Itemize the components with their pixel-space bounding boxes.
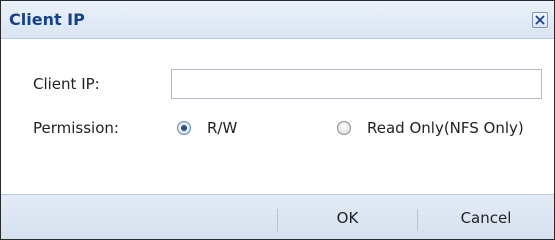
close-button[interactable] [532, 12, 548, 28]
dialog-title: Client IP [9, 10, 85, 29]
radio-button-unchecked[interactable] [337, 121, 351, 135]
dialog-body: Client IP: Permission: R/W Read Only(NFS… [1, 39, 554, 194]
permission-label: Permission: [33, 119, 119, 137]
ok-button[interactable]: OK [278, 199, 417, 237]
cancel-button[interactable]: Cancel [418, 199, 554, 237]
client-ip-label: Client IP: [33, 75, 100, 93]
permission-option-rw-label: R/W [207, 119, 238, 137]
permission-option-rw[interactable]: R/W [177, 119, 237, 137]
radio-button-checked[interactable] [177, 121, 191, 135]
client-ip-dialog: Client IP Client IP: Permission: R/W Rea… [0, 0, 555, 240]
client-ip-input[interactable] [171, 69, 542, 99]
permission-option-read-only[interactable]: Read Only(NFS Only) [337, 119, 524, 137]
permission-option-read-only-label: Read Only(NFS Only) [367, 119, 524, 137]
dialog-footer: OK Cancel [1, 194, 554, 239]
dialog-title-bar[interactable]: Client IP [1, 1, 554, 39]
close-icon [535, 15, 545, 25]
